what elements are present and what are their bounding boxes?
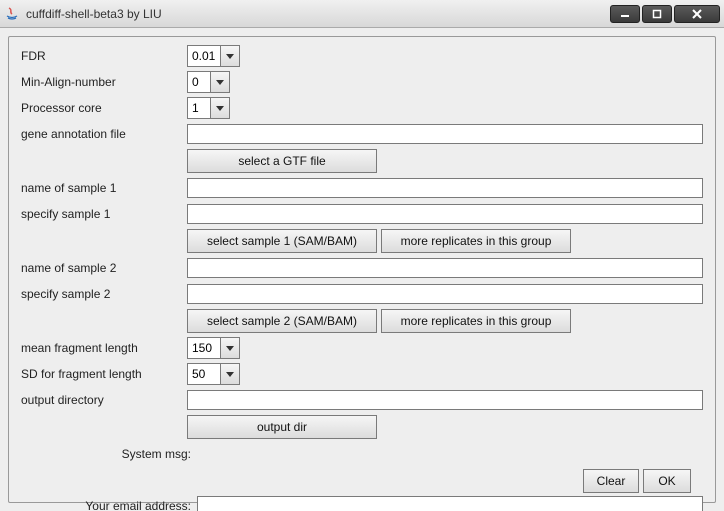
sample2-spec-label: specify sample 2 <box>21 287 187 301</box>
email-label: Your email address: <box>21 499 197 511</box>
window-title: cuffdiff-shell-beta3 by LIU <box>26 7 608 21</box>
sd-fragment-label: SD for fragment length <box>21 367 187 381</box>
sample1-name-label: name of sample 1 <box>21 181 187 195</box>
min-align-label: Min-Align-number <box>21 75 187 89</box>
processor-core-value: 1 <box>188 98 210 118</box>
sample2-name-input[interactable] <box>187 258 703 278</box>
maximize-button[interactable] <box>642 5 672 23</box>
clear-button[interactable]: Clear <box>583 469 639 493</box>
processor-core-combo[interactable]: 1 <box>187 97 230 119</box>
output-dir-label: output directory <box>21 393 187 407</box>
gene-annotation-input[interactable] <box>187 124 703 144</box>
sample1-spec-input[interactable] <box>187 204 703 224</box>
min-align-value: 0 <box>188 72 210 92</box>
chevron-down-icon[interactable] <box>220 46 239 66</box>
sample2-spec-input[interactable] <box>187 284 703 304</box>
title-bar: cuffdiff-shell-beta3 by LIU <box>0 0 724 28</box>
java-icon <box>4 6 20 22</box>
more-replicates2-button[interactable]: more replicates in this group <box>381 309 571 333</box>
sample1-name-input[interactable] <box>187 178 703 198</box>
email-input[interactable] <box>197 496 703 511</box>
sd-fragment-combo[interactable]: 50 <box>187 363 240 385</box>
output-dir-input[interactable] <box>187 390 703 410</box>
mean-fragment-label: mean fragment length <box>21 341 187 355</box>
ok-button[interactable]: OK <box>643 469 691 493</box>
sd-fragment-value: 50 <box>188 364 220 384</box>
window-controls <box>608 5 720 23</box>
min-align-combo[interactable]: 0 <box>187 71 230 93</box>
fdr-value: 0.01 <box>188 46 220 66</box>
sample2-name-label: name of sample 2 <box>21 261 187 275</box>
fdr-combo[interactable]: 0.01 <box>187 45 240 67</box>
close-button[interactable] <box>674 5 720 23</box>
fdr-label: FDR <box>21 49 187 63</box>
sample1-spec-label: specify sample 1 <box>21 207 187 221</box>
chevron-down-icon[interactable] <box>220 364 239 384</box>
output-dir-button[interactable]: output dir <box>187 415 377 439</box>
processor-core-label: Processor core <box>21 101 187 115</box>
client-area: FDR 0.01 Min-Align-number 0 <box>0 28 724 511</box>
mean-fragment-combo[interactable]: 150 <box>187 337 240 359</box>
chevron-down-icon[interactable] <box>210 72 229 92</box>
form-panel: FDR 0.01 Min-Align-number 0 <box>8 36 716 503</box>
system-msg-label: System msg: <box>21 447 197 461</box>
select-gtf-button[interactable]: select a GTF file <box>187 149 377 173</box>
gene-annotation-label: gene annotation file <box>21 127 187 141</box>
more-replicates1-button[interactable]: more replicates in this group <box>381 229 571 253</box>
chevron-down-icon[interactable] <box>210 98 229 118</box>
select-sample2-button[interactable]: select sample 2 (SAM/BAM) <box>187 309 377 333</box>
select-sample1-button[interactable]: select sample 1 (SAM/BAM) <box>187 229 377 253</box>
minimize-button[interactable] <box>610 5 640 23</box>
chevron-down-icon[interactable] <box>220 338 239 358</box>
mean-fragment-value: 150 <box>188 338 220 358</box>
